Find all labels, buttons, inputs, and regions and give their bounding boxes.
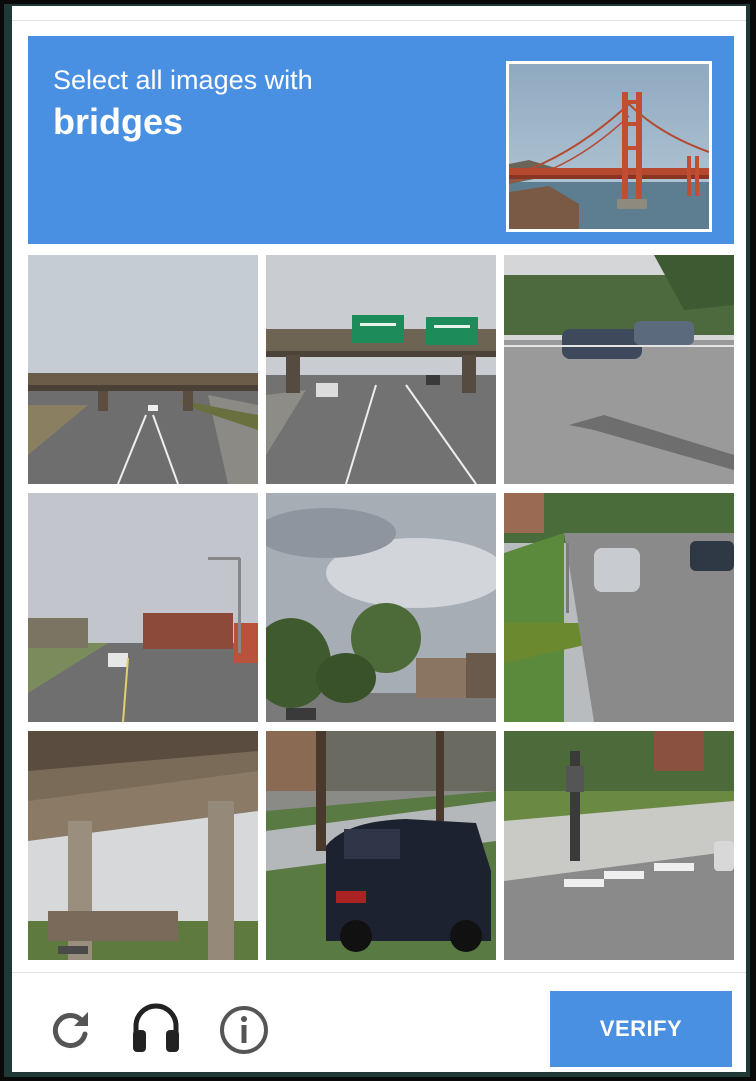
footer-divider [12,972,746,973]
image-tile[interactable] [28,493,258,722]
image-grid [28,255,734,961]
image-tile[interactable] [504,255,734,484]
target-text: bridges [53,101,184,142]
image-tile[interactable] [28,255,258,484]
image-tile[interactable] [504,731,734,960]
sample-image [506,61,712,232]
top-divider [12,20,746,21]
info-icon[interactable] [218,1004,270,1056]
image-tile[interactable] [266,493,496,722]
instruction-text: Select all images with [53,65,313,95]
image-tile[interactable] [504,493,734,722]
captcha-widget: Select all images with bridges VERIFY [12,6,746,1072]
headphones-icon[interactable] [130,1000,182,1052]
challenge-prompt: Select all images with bridges [53,64,313,144]
verify-button[interactable]: VERIFY [550,991,732,1067]
image-tile[interactable] [266,255,496,484]
image-tile[interactable] [28,731,258,960]
image-tile[interactable] [266,731,496,960]
challenge-header: Select all images with bridges [28,36,734,244]
reload-icon[interactable] [44,1004,96,1056]
